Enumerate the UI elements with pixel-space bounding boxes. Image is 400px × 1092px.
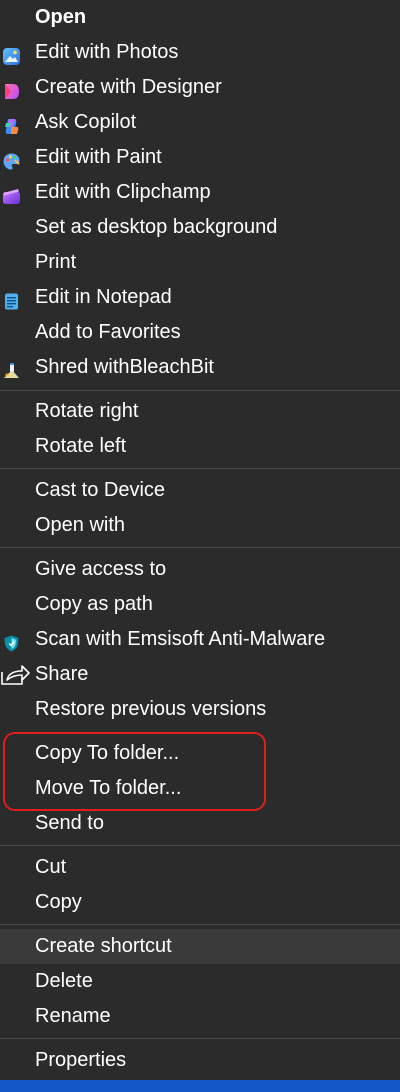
menu-item-share[interactable]: Share <box>0 657 400 692</box>
menu-item-label: Add to Favorites <box>35 321 181 343</box>
menu-item-label: Copy <box>35 891 82 913</box>
menu-item-delete[interactable]: Delete <box>0 964 400 999</box>
menu-item-copy[interactable]: Copy <box>0 885 400 920</box>
menu-item-label: Print <box>35 251 77 273</box>
menu-item-label: Create with Designer <box>35 76 222 98</box>
menu-item-give-access-to[interactable]: Give access to <box>0 552 400 587</box>
menu-item-label: Rotate right <box>35 400 139 422</box>
menu-item-label: Give access to <box>35 558 167 580</box>
menu-item-label: Ask Copilot <box>35 111 137 133</box>
menu-item-label: Properties <box>35 1049 127 1071</box>
menu-item-create-shortcut[interactable]: Create shortcut <box>0 929 400 964</box>
menu-item-label: Rotate left <box>35 435 127 457</box>
menu-item-cut[interactable]: Cut <box>0 850 400 885</box>
menu-item-rotate-right[interactable]: Rotate right <box>0 394 400 429</box>
menu-item-edit-with-clipchamp[interactable]: Edit with Clipchamp <box>0 175 400 210</box>
copilot-icon <box>2 113 21 134</box>
menu-item-send-to[interactable]: Send to <box>0 806 400 841</box>
menu-item-label: Edit in Notepad <box>35 286 172 308</box>
notepad-icon <box>2 288 21 310</box>
share-icon <box>0 663 30 685</box>
menu-item-edit-with-paint[interactable]: Edit with Paint <box>0 140 400 175</box>
menu-item-label: Copy as path <box>35 593 153 615</box>
menu-item-label: Open with <box>35 514 126 536</box>
clipchamp-icon <box>2 183 21 204</box>
menu-separator <box>0 924 400 925</box>
menu-item-copy-as-path[interactable]: Copy as path <box>0 587 400 622</box>
menu-item-label: Rename <box>35 1005 111 1027</box>
photos-icon <box>2 43 21 65</box>
menu-item-print[interactable]: Print <box>0 245 400 280</box>
menu-separator <box>0 468 400 469</box>
menu-item-label: Open <box>35 6 87 28</box>
menu-item-open[interactable]: Open <box>0 0 400 35</box>
menu-item-label: Create shortcut <box>35 935 172 957</box>
menu-item-label: Edit with Photos <box>35 41 179 63</box>
menu-item-properties[interactable]: Properties <box>0 1043 400 1078</box>
paint-icon <box>2 148 21 170</box>
menu-item-label: Cut <box>35 856 67 878</box>
menu-item-label: Shred withBleachBit <box>35 356 214 378</box>
menu-item-rename[interactable]: Rename <box>0 999 400 1034</box>
menu-item-scan-with-emsisoft[interactable]: Scan with Emsisoft Anti-Malware <box>0 622 400 657</box>
menu-item-label: Edit with Paint <box>35 146 162 168</box>
menu-item-label: Scan with Emsisoft Anti-Malware <box>35 628 326 650</box>
menu-item-label: Cast to Device <box>35 479 166 501</box>
emsisoft-shield-icon <box>2 630 21 652</box>
menu-item-label: Set as desktop background <box>35 216 278 238</box>
menu-separator <box>0 1038 400 1039</box>
annotation-highlight-box <box>3 732 266 811</box>
menu-item-create-with-designer[interactable]: Create with Designer <box>0 70 400 105</box>
taskbar-edge <box>0 1080 400 1092</box>
menu-item-ask-copilot[interactable]: Ask Copilot <box>0 105 400 140</box>
menu-separator <box>0 390 400 391</box>
menu-item-label: Edit with Clipchamp <box>35 181 211 203</box>
context-menu: Open Edit with Photos Create with Design… <box>0 0 400 1080</box>
menu-separator <box>0 845 400 846</box>
menu-separator <box>0 547 400 548</box>
menu-item-label: Delete <box>35 970 93 992</box>
menu-item-rotate-left[interactable]: Rotate left <box>0 429 400 464</box>
designer-icon <box>2 78 21 99</box>
menu-item-edit-in-notepad[interactable]: Edit in Notepad <box>0 280 400 315</box>
menu-item-label: Share <box>35 663 89 685</box>
menu-item-add-to-favorites[interactable]: Add to Favorites <box>0 315 400 350</box>
menu-item-edit-with-photos[interactable]: Edit with Photos <box>0 35 400 70</box>
menu-item-set-as-desktop-background[interactable]: Set as desktop background <box>0 210 400 245</box>
bleachbit-icon <box>2 358 21 378</box>
menu-item-label: Send to <box>35 812 104 834</box>
menu-item-label: Restore previous versions <box>35 698 267 720</box>
menu-item-shred-with-bleachbit[interactable]: Shred withBleachBit <box>0 350 400 385</box>
menu-item-cast-to-device[interactable]: Cast to Device <box>0 473 400 508</box>
menu-item-open-with[interactable]: Open with <box>0 508 400 543</box>
menu-item-restore-previous-versions[interactable]: Restore previous versions <box>0 692 400 727</box>
